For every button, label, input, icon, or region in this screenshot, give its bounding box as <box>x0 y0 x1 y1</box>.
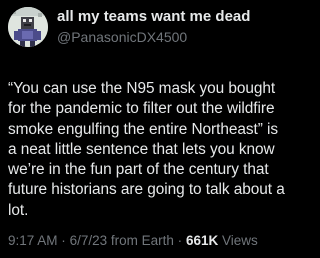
tweet-meta: 9:17 AM · 6/7/23 from Earth · 661K Views <box>8 233 258 248</box>
author-handle[interactable]: @PanasonicDX4500 <box>57 28 250 46</box>
tweet: all my teams want me dead @PanasonicDX45… <box>0 0 300 258</box>
tweet-source: from Earth <box>110 233 174 248</box>
tweet-text-line: lot. <box>8 201 29 219</box>
tweet-text-line: for the pandemic to filter out the wildf… <box>8 100 275 118</box>
views-count: 661K <box>185 233 219 248</box>
tweet-text-line: smoke engulfing the entire Northeast” is <box>8 120 279 138</box>
tweet-date[interactable]: 6/7/23 <box>70 233 108 248</box>
tweet-time[interactable]: 9:17 AM <box>8 233 58 248</box>
tweet-text-line: future historians are going to talk abou… <box>8 181 285 199</box>
tweet-text-line: a neat little sentence that lets you kno… <box>8 140 275 158</box>
avatar-icon <box>8 7 48 47</box>
tweet-text-line: “You can use the N95 mask you bought <box>8 80 276 97</box>
tweet-text: “You can use the N95 mask you bought for… <box>8 79 294 221</box>
author-display-name[interactable]: all my teams want me dead <box>57 8 250 26</box>
tweet-header: all my teams want me dead @PanasonicDX45… <box>8 7 292 49</box>
author-names: all my teams want me dead @PanasonicDX45… <box>57 8 250 46</box>
tweet-text-line: we’re in the fun part of the century tha… <box>8 161 269 179</box>
profile-avatar[interactable] <box>8 7 48 47</box>
views-label: Views <box>221 233 258 248</box>
meta-separator: · <box>61 233 66 248</box>
